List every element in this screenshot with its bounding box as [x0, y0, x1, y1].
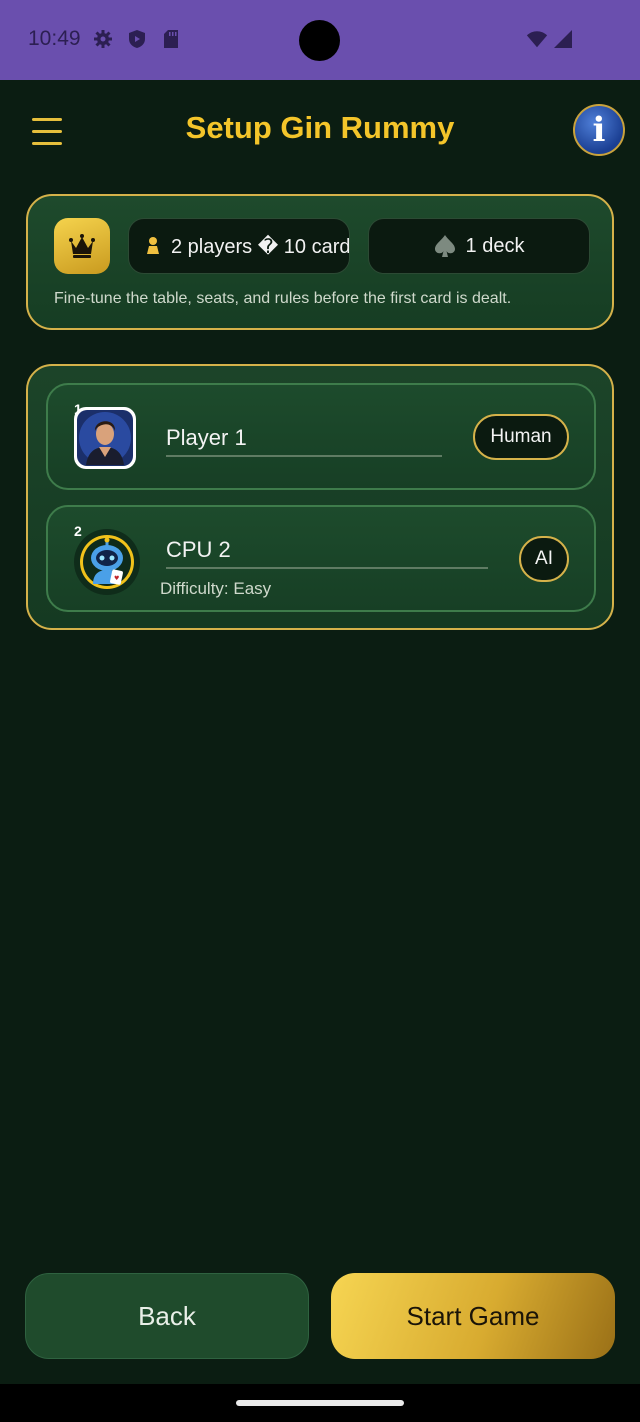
game-summary-card: 2 players � 10 cards 1 deck Fine-tune th…: [26, 194, 614, 330]
pawn-icon: [145, 236, 161, 256]
player-row[interactable]: 2 ♥ CPU 2 Difficulty: Easy AI: [46, 505, 596, 612]
player-name[interactable]: Player 1: [166, 425, 247, 451]
status-icons-right: [526, 28, 574, 50]
players-list-card: 1 Player 1 Human 2: [26, 364, 614, 630]
player-name[interactable]: CPU 2: [166, 537, 231, 563]
name-underline: [166, 455, 442, 457]
page-title: Setup Gin Rummy: [185, 110, 455, 145]
shield-icon: [126, 28, 148, 50]
human-avatar[interactable]: [74, 407, 136, 469]
status-time: 10:49: [28, 27, 81, 50]
camera-cutout: [299, 20, 340, 61]
crown-icon: [54, 218, 110, 274]
wifi-icon: [526, 28, 548, 50]
settings-icon: [92, 28, 114, 50]
signal-icon: [552, 28, 574, 50]
app-header: Setup Gin Rummy i: [0, 80, 640, 180]
navigation-bar: [0, 1384, 640, 1422]
difficulty-label[interactable]: Difficulty: Easy: [160, 579, 271, 599]
info-button[interactable]: i: [573, 104, 625, 156]
deck-count-pill: 1 deck: [368, 218, 590, 274]
deck-pill-label: 1 deck: [465, 234, 525, 257]
name-underline: [166, 567, 488, 569]
players-count-pill: 2 players � 10 cards: [128, 218, 350, 274]
player-type-toggle[interactable]: Human: [473, 414, 569, 460]
home-gesture-handle[interactable]: [236, 1400, 404, 1406]
player-type-toggle[interactable]: AI: [519, 536, 569, 582]
players-pill-label: 2 players � 10 cards: [171, 235, 350, 258]
spade-icon: [434, 234, 456, 258]
start-game-button[interactable]: Start Game: [331, 1273, 615, 1359]
status-bar: 10:49: [0, 0, 640, 80]
summary-description: Fine-tune the table, seats, and rules be…: [54, 290, 512, 307]
robot-avatar[interactable]: ♥: [74, 529, 140, 595]
sd-card-icon: [160, 28, 182, 50]
back-button[interactable]: Back: [25, 1273, 309, 1359]
svg-text:♥: ♥: [114, 575, 119, 582]
player-row[interactable]: 1 Player 1 Human: [46, 383, 596, 490]
status-icons-left: [92, 28, 182, 50]
info-icon: i: [592, 110, 606, 150]
